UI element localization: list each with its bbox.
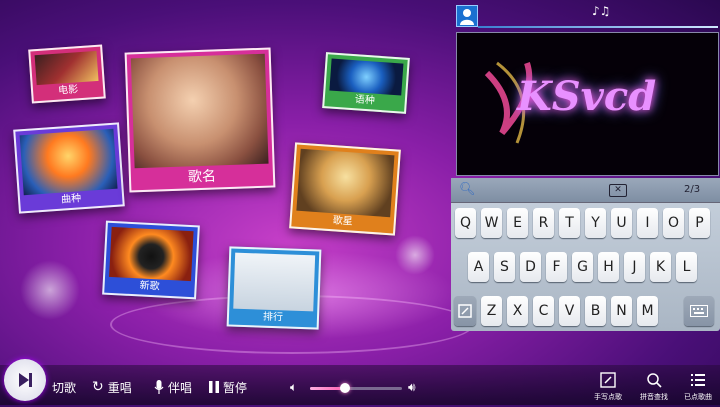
key-u[interactable]: U [611, 208, 632, 238]
pencil-icon [458, 304, 472, 318]
tile-yuzhong[interactable]: 语种 [322, 52, 410, 114]
pinyin-label: 拼音查找 [640, 393, 668, 401]
volume-down-icon[interactable]: 🔈︎ [290, 380, 297, 395]
edit-icon [600, 372, 616, 388]
globe-thumbnail [329, 58, 404, 96]
top-progress-line [478, 26, 718, 28]
play-next-button[interactable] [4, 359, 46, 401]
key-e[interactable]: E [507, 208, 528, 238]
key-x[interactable]: X [507, 296, 528, 326]
logo-text: KSvcd [517, 73, 657, 120]
number-toggle[interactable]: 2/3 [684, 184, 700, 195]
key-o[interactable]: O [663, 208, 684, 238]
volume-up-icon[interactable]: 🔊︎ [408, 380, 416, 395]
keyboard-hide-key[interactable] [684, 296, 714, 326]
tile-quzhong[interactable]: 曲种 [13, 122, 125, 214]
key-r[interactable]: R [533, 208, 554, 238]
handwrite-label: 手写点歌 [594, 393, 622, 401]
keyboard-icon [690, 305, 708, 317]
tile-label: 新歌 [139, 280, 160, 293]
volume-slider[interactable] [310, 383, 402, 393]
music-note-icon: ♪♫ [592, 4, 611, 18]
key-g[interactable]: G [572, 252, 593, 282]
key-k[interactable]: K [650, 252, 671, 282]
bg-glow [395, 235, 435, 275]
replay-label: 重唱 [107, 380, 132, 395]
skip-icon [19, 373, 32, 387]
tile-gexing[interactable]: 歌星 [289, 142, 401, 236]
key-w[interactable]: W [481, 208, 502, 238]
microphone-icon [154, 380, 164, 394]
key-v[interactable]: V [559, 296, 580, 326]
podium-thumbnail [233, 252, 316, 312]
movie-thumbnail [34, 50, 99, 86]
handwrite-key[interactable] [454, 296, 476, 326]
record-thumbnail [109, 226, 194, 282]
key-q[interactable]: Q [455, 208, 476, 238]
key-j[interactable]: J [624, 252, 645, 282]
key-l[interactable]: L [676, 252, 697, 282]
key-a[interactable]: A [468, 252, 489, 282]
avatar[interactable] [456, 5, 478, 27]
key-d[interactable]: D [520, 252, 541, 282]
tile-label: 歌名 [187, 168, 217, 186]
singer-thumbnail [130, 53, 269, 169]
key-i[interactable]: I [637, 208, 658, 238]
microphone-thumbnail [19, 128, 118, 196]
list-icon [691, 374, 705, 386]
keyboard: 🔍︎ ✕ 2/3 QWERTYUIOP ASDFGHJKL ZXCVBNM [451, 178, 720, 331]
key-b[interactable]: B [585, 296, 606, 326]
key-p[interactable]: P [689, 208, 710, 238]
key-f[interactable]: F [546, 252, 567, 282]
volume-knob[interactable] [339, 383, 350, 393]
key-z[interactable]: Z [481, 296, 502, 326]
replay-button[interactable]: ↻ 重唱 [92, 367, 132, 407]
key-c[interactable]: C [533, 296, 554, 326]
tile-paihang[interactable]: 排行 [226, 246, 322, 330]
pause-label: 暂停 [223, 380, 248, 395]
pause-icon [209, 381, 219, 393]
tile-geming[interactable]: 歌名 [124, 47, 276, 193]
accompany-label: 伴唱 [168, 380, 193, 395]
key-y[interactable]: Y [585, 208, 606, 238]
next-song-button[interactable]: 切歌 [52, 367, 76, 407]
ordered-label: 已点歌曲 [684, 393, 712, 401]
handwrite-search-button[interactable]: 手写点歌 [590, 372, 626, 404]
accompany-button[interactable]: 伴唱 [154, 367, 192, 407]
keyboard-toolbar: 🔍︎ ✕ 2/3 [451, 178, 720, 203]
key-h[interactable]: H [598, 252, 619, 282]
next-song-label: 切歌 [52, 380, 77, 395]
pinyin-search-button[interactable]: 拼音查找 [634, 372, 674, 404]
magnifier-icon [647, 373, 662, 388]
ordered-songs-button[interactable]: 已点歌曲 [678, 372, 718, 404]
tile-label: 电影 [57, 84, 79, 97]
video-preview[interactable]: KSvcd [456, 32, 719, 176]
key-n[interactable]: N [611, 296, 632, 326]
bg-glow [20, 260, 80, 320]
backspace-icon[interactable]: ✕ [609, 184, 627, 197]
key-t[interactable]: T [559, 208, 580, 238]
key-m[interactable]: M [637, 296, 658, 326]
search-icon[interactable]: 🔍︎ [459, 182, 476, 197]
tile-dianying[interactable]: 电影 [28, 44, 106, 104]
replay-icon: ↻ [92, 379, 104, 395]
pause-button[interactable]: 暂停 [209, 367, 247, 407]
key-s[interactable]: S [494, 252, 515, 282]
tile-xinge[interactable]: 新歌 [102, 220, 200, 300]
user-icon [460, 9, 474, 25]
star-thumbnail [296, 148, 395, 218]
tile-label: 排行 [262, 311, 284, 324]
